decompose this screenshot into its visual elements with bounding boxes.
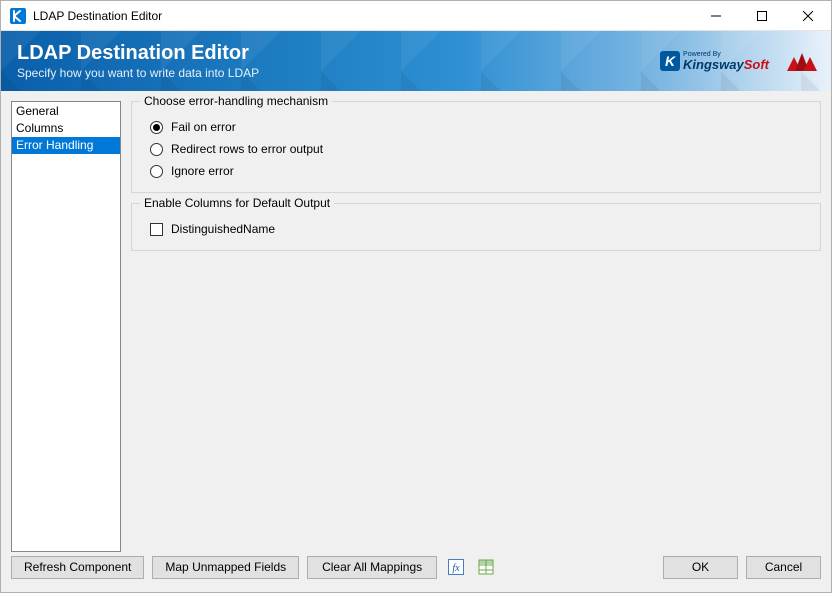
radio-icon [150, 121, 163, 134]
app-icon [9, 7, 27, 25]
default-output-legend: Enable Columns for Default Output [140, 196, 334, 210]
fx-icon: fx [448, 559, 464, 575]
nav-sidebar[interactable]: General Columns Error Handling [11, 101, 121, 552]
radio-redirect-rows[interactable]: Redirect rows to error output [144, 138, 808, 160]
grid-icon [478, 559, 494, 575]
ok-button[interactable]: OK [663, 556, 738, 579]
checkbox-label: DistinguishedName [171, 222, 275, 236]
minimize-button[interactable] [693, 1, 739, 31]
radio-icon [150, 143, 163, 156]
k-icon: K [660, 51, 680, 71]
checkbox-distinguishedname[interactable]: DistinguishedName [144, 218, 808, 240]
radio-label: Redirect rows to error output [171, 142, 323, 156]
close-icon [803, 11, 813, 21]
map-unmapped-button[interactable]: Map Unmapped Fields [152, 556, 299, 579]
page-subtitle: Specify how you want to write data into … [17, 66, 259, 80]
sidebar-item-error-handling[interactable]: Error Handling [12, 137, 120, 154]
maximize-icon [757, 11, 767, 21]
mapping-grid-button[interactable] [475, 556, 497, 578]
checkbox-icon [150, 223, 163, 236]
sidebar-item-columns[interactable]: Columns [12, 120, 120, 137]
svg-text:fx: fx [453, 563, 461, 574]
mountain-logo [787, 51, 817, 71]
radio-icon [150, 165, 163, 178]
maximize-button[interactable] [739, 1, 785, 31]
radio-label: Fail on error [171, 120, 236, 134]
page-title: LDAP Destination Editor [17, 42, 259, 64]
main-panel: Choose error-handling mechanism Fail on … [131, 101, 821, 552]
default-output-group: Enable Columns for Default Output Distin… [131, 203, 821, 251]
cancel-button[interactable]: Cancel [746, 556, 821, 579]
window-root: LDAP Destination Editor LDAP Destination… [0, 0, 832, 593]
window-title: LDAP Destination Editor [33, 9, 162, 23]
content-area: General Columns Error Handling Choose er… [1, 91, 831, 552]
radio-fail-on-error[interactable]: Fail on error [144, 116, 808, 138]
titlebar: LDAP Destination Editor [1, 1, 831, 31]
close-button[interactable] [785, 1, 831, 31]
minimize-icon [711, 11, 721, 21]
error-handling-legend: Choose error-handling mechanism [140, 94, 332, 108]
radio-label: Ignore error [171, 164, 234, 178]
expression-button[interactable]: fx [445, 556, 467, 578]
bottom-toolbar: Refresh Component Map Unmapped Fields Cl… [1, 552, 831, 592]
header-banner: LDAP Destination Editor Specify how you … [1, 31, 831, 91]
clear-mappings-button[interactable]: Clear All Mappings [307, 556, 437, 579]
radio-ignore-error[interactable]: Ignore error [144, 160, 808, 182]
error-handling-group: Choose error-handling mechanism Fail on … [131, 101, 821, 193]
kingswaysoft-logo: K Powered By KingswaySoft [660, 51, 769, 71]
refresh-component-button[interactable]: Refresh Component [11, 556, 144, 579]
sidebar-item-general[interactable]: General [12, 103, 120, 120]
